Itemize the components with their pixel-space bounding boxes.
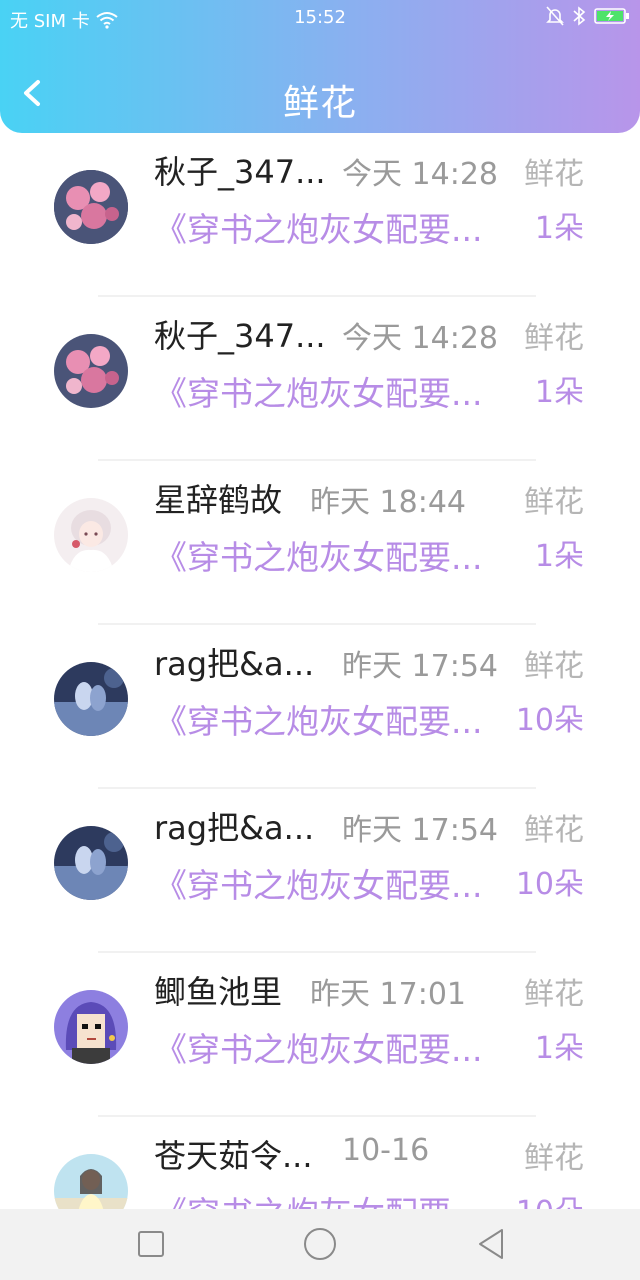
gift-quantity: 10朵 <box>516 1187 584 1209</box>
sender-name: 鲫鱼池里 <box>154 973 283 1011</box>
gift-quantity: 1朵 <box>534 211 584 246</box>
send-time: 昨天 17:01 <box>310 977 466 1012</box>
book-title-link[interactable]: 《穿书之炮灰女配要... <box>154 859 482 907</box>
list-item[interactable]: 苍天茹令... 10-16 鲜花 《穿书之炮灰女配要... 10朵 <box>0 1117 640 1209</box>
battery-charging-icon <box>594 8 629 24</box>
list-item[interactable]: 秋子_347... 今天 14:28 鲜花 《穿书之炮灰女配要... 1朵 <box>0 297 640 461</box>
bluetooth-icon <box>573 6 586 26</box>
square-icon[interactable] <box>133 1226 169 1262</box>
send-time: 昨天 17:54 <box>342 813 498 848</box>
triangle-back-icon[interactable] <box>474 1226 510 1262</box>
page-title: 鲜花 <box>282 83 357 124</box>
book-title-link[interactable]: 《穿书之炮灰女配要... <box>154 1187 482 1209</box>
circle-icon[interactable] <box>302 1226 338 1262</box>
sender-name: 秋子_347... <box>154 317 326 355</box>
status-time: 15:52 <box>294 7 346 28</box>
send-time: 今天 14:28 <box>342 157 498 192</box>
flower-list[interactable]: 秋子_347... 今天 14:28 鲜花 《穿书之炮灰女配要... 1朵 秋子… <box>0 133 640 1209</box>
send-time: 昨天 17:54 <box>342 649 498 684</box>
system-nav-bar <box>0 1209 640 1280</box>
sender-name: 苍天茹令... <box>154 1137 313 1175</box>
sender-name: 星辞鹤故 <box>154 481 283 519</box>
sender-name: rag把&a... <box>154 809 315 847</box>
gift-type: 鲜花 <box>524 1141 584 1176</box>
avatar[interactable] <box>54 170 128 244</box>
avatar[interactable] <box>54 334 128 408</box>
gift-type: 鲜花 <box>524 813 584 848</box>
list-item[interactable]: 鲫鱼池里 昨天 17:01 鲜花 《穿书之炮灰女配要... 1朵 <box>0 953 640 1117</box>
gift-quantity: 1朵 <box>534 375 584 410</box>
bell-muted-icon <box>546 6 564 26</box>
book-title-link[interactable]: 《穿书之炮灰女配要... <box>154 531 482 579</box>
book-title-link[interactable]: 《穿书之炮灰女配要... <box>154 367 482 415</box>
avatar[interactable] <box>54 1154 128 1209</box>
gift-type: 鲜花 <box>524 977 584 1012</box>
status-bar: 无 SIM 卡 15:52 <box>0 0 640 36</box>
gift-type: 鲜花 <box>524 485 584 520</box>
list-item[interactable]: 星辞鹤故 昨天 18:44 鲜花 《穿书之炮灰女配要... 1朵 <box>0 461 640 625</box>
gift-type: 鲜花 <box>524 157 584 192</box>
send-time: 昨天 18:44 <box>310 485 466 520</box>
list-item[interactable]: rag把&a... 昨天 17:54 鲜花 《穿书之炮灰女配要... 10朵 <box>0 789 640 953</box>
book-title-link[interactable]: 《穿书之炮灰女配要... <box>154 203 482 251</box>
gift-quantity: 1朵 <box>534 1031 584 1066</box>
gift-type: 鲜花 <box>524 321 584 356</box>
avatar[interactable] <box>54 662 128 736</box>
app-header: 无 SIM 卡 15:52 鲜花 <box>0 0 640 133</box>
book-title-link[interactable]: 《穿书之炮灰女配要... <box>154 1023 482 1071</box>
gift-quantity: 10朵 <box>515 867 584 902</box>
gift-quantity: 1朵 <box>534 539 584 574</box>
send-time: 今天 14:28 <box>342 321 498 356</box>
avatar[interactable] <box>54 990 128 1064</box>
sender-name: 秋子_347... <box>154 153 326 191</box>
list-item[interactable]: rag把&a... 昨天 17:54 鲜花 《穿书之炮灰女配要... 10朵 <box>0 625 640 789</box>
book-title-link[interactable]: 《穿书之炮灰女配要... <box>154 695 482 743</box>
gift-quantity: 10朵 <box>515 703 584 738</box>
send-time: 10-16 <box>342 1133 430 1168</box>
list-item[interactable]: 秋子_347... 今天 14:28 鲜花 《穿书之炮灰女配要... 1朵 <box>0 133 640 297</box>
gift-type: 鲜花 <box>524 649 584 684</box>
sender-name: rag把&a... <box>154 645 315 683</box>
avatar[interactable] <box>54 826 128 900</box>
avatar[interactable] <box>54 498 128 572</box>
